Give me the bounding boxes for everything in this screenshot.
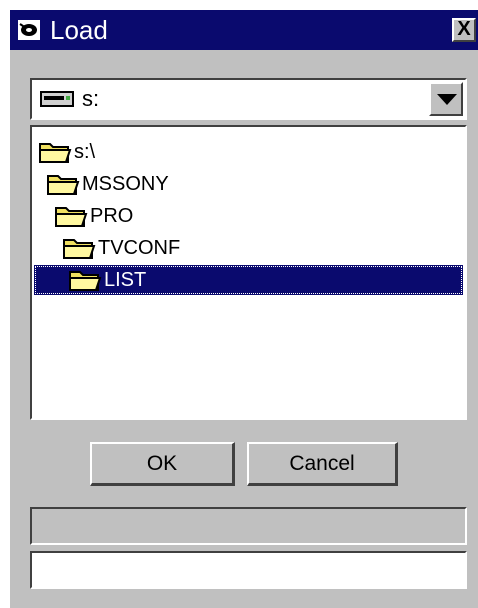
folder-item-label: LIST xyxy=(104,268,147,291)
title-bar[interactable]: Load X xyxy=(10,10,478,50)
folder-item-mssony[interactable]: MSSONY xyxy=(46,169,169,199)
open-folder-icon xyxy=(55,207,88,227)
folder-item-pro[interactable]: PRO xyxy=(54,201,133,231)
chevron-down-icon xyxy=(437,94,457,105)
dialog-title: Load xyxy=(50,15,108,45)
ok-button[interactable]: OK xyxy=(90,442,235,486)
folder-item-label: PRO xyxy=(90,204,134,227)
drive-icon xyxy=(40,91,74,107)
drive-dropdown-button[interactable] xyxy=(429,82,463,116)
status-field xyxy=(30,507,467,545)
folder-tree[interactable]: s:\ MSSONY PRO TVCONF LIST xyxy=(30,125,467,420)
open-folder-icon xyxy=(47,175,80,195)
load-disk-icon xyxy=(18,20,40,40)
folder-item-label: s:\ xyxy=(74,140,96,163)
drive-select-value: s: xyxy=(82,86,100,111)
load-dialog: Load X s: s:\ MSSONY PRO TVCONF LIST OK … xyxy=(10,10,478,608)
drive-select[interactable]: s: xyxy=(30,78,467,120)
open-folder-icon xyxy=(69,271,102,291)
folder-item-s-root[interactable]: s:\ xyxy=(38,137,95,167)
open-folder-icon xyxy=(63,239,96,259)
folder-item-label: TVCONF xyxy=(98,236,181,259)
folder-item-list[interactable]: LIST xyxy=(34,265,463,295)
folder-item-tvconf[interactable]: TVCONF xyxy=(62,233,180,263)
close-button[interactable]: X xyxy=(452,18,476,42)
filename-field[interactable] xyxy=(30,551,467,589)
cancel-button[interactable]: Cancel xyxy=(247,442,398,486)
open-folder-icon xyxy=(39,143,72,163)
folder-item-label: MSSONY xyxy=(82,172,169,195)
